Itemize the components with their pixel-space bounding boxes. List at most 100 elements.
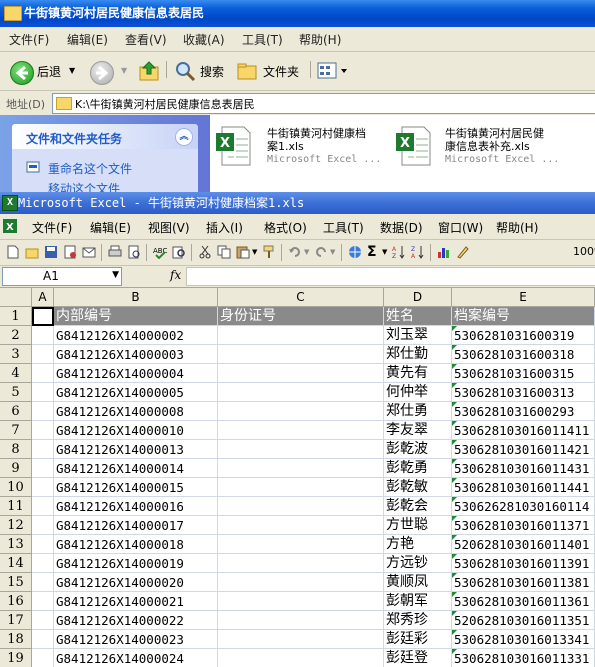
column-header-c[interactable]: C	[218, 288, 384, 307]
explorer-title-bar[interactable]: 牛街镇黄河村居民健康信息表居民	[0, 0, 595, 27]
autosum-dropdown-icon[interactable]: ▼	[382, 248, 387, 256]
cell-id-number[interactable]	[218, 516, 384, 535]
cell-internal-id[interactable]: G8412126X14000015	[54, 478, 218, 497]
column-header-e[interactable]: E	[452, 288, 595, 307]
cell-id-number[interactable]	[218, 649, 384, 667]
cell-name[interactable]: 何仲举	[384, 383, 452, 402]
cell-internal-id[interactable]: G8412126X14000024	[54, 649, 218, 667]
cell-record-id[interactable]: 530628103016011431	[452, 459, 595, 478]
cell-name[interactable]: 彭乾勇	[384, 459, 452, 478]
cell-record-id[interactable]: 5306281031600315	[452, 364, 595, 383]
cell-record-id[interactable]: 5306281031600319	[452, 326, 595, 345]
cell-record-id[interactable]: 520628103016011401	[452, 535, 595, 554]
row-header[interactable]: 4	[0, 364, 32, 383]
cell-id-number[interactable]	[218, 573, 384, 592]
row-header[interactable]: 12	[0, 516, 32, 535]
cell-a[interactable]	[32, 573, 54, 592]
cell-id-number[interactable]	[218, 383, 384, 402]
row-header[interactable]: 7	[0, 421, 32, 440]
format-painter-icon[interactable]	[262, 245, 276, 259]
row-header[interactable]: 18	[0, 630, 32, 649]
xl-menu-insert[interactable]: 插入(I)	[206, 219, 243, 236]
undo-icon[interactable]	[288, 245, 302, 259]
cell-internal-id[interactable]: G8412126X14000018	[54, 535, 218, 554]
address-input[interactable]: K:\牛街镇黄河村居民健康信息表居民	[52, 93, 595, 114]
cell-name[interactable]: 郑秀珍	[384, 611, 452, 630]
row-header[interactable]: 15	[0, 573, 32, 592]
cut-icon[interactable]	[198, 245, 212, 259]
cell-internal-id[interactable]: G8412126X14000013	[54, 440, 218, 459]
row-header[interactable]: 6	[0, 402, 32, 421]
cell-name[interactable]: 方艳	[384, 535, 452, 554]
menu-tools[interactable]: 工具(T)	[242, 31, 283, 48]
collapse-chevron-icon[interactable]: ︽	[175, 128, 193, 146]
search-button[interactable]: 搜索	[172, 58, 230, 84]
cell-id-number[interactable]	[218, 440, 384, 459]
header-cell-name[interactable]: 姓名	[384, 307, 452, 326]
sort-ascending-icon[interactable]: AZ	[392, 245, 406, 260]
cell-id-number[interactable]	[218, 326, 384, 345]
paste-dropdown-icon[interactable]: ▼	[252, 248, 257, 256]
cell-id-number[interactable]	[218, 630, 384, 649]
cell-record-id[interactable]: 5306281031600318	[452, 345, 595, 364]
row-header[interactable]: 3	[0, 345, 32, 364]
cell-name[interactable]: 黄先有	[384, 364, 452, 383]
menu-edit[interactable]: 编辑(E)	[67, 31, 108, 48]
column-header-a[interactable]: A	[32, 288, 54, 307]
cell-a[interactable]	[32, 459, 54, 478]
cell-a[interactable]	[32, 649, 54, 667]
cell-internal-id[interactable]: G8412126X14000008	[54, 402, 218, 421]
cell-id-number[interactable]	[218, 592, 384, 611]
cell-id-number[interactable]	[218, 611, 384, 630]
column-header-d[interactable]: D	[384, 288, 452, 307]
task-move[interactable]: 移动这个文件	[48, 180, 120, 192]
function-icon[interactable]: fx	[170, 268, 181, 282]
cell-id-number[interactable]	[218, 402, 384, 421]
row-header[interactable]: 5	[0, 383, 32, 402]
cell-name[interactable]: 方世聪	[384, 516, 452, 535]
menu-file[interactable]: 文件(F)	[9, 31, 49, 48]
research-icon[interactable]	[172, 245, 186, 259]
cell-internal-id[interactable]: G8412126X14000002	[54, 326, 218, 345]
cell-internal-id[interactable]: G8412126X14000022	[54, 611, 218, 630]
cell-record-id[interactable]: 530628103016011391	[452, 554, 595, 573]
cell-id-number[interactable]	[218, 497, 384, 516]
cell-record-id[interactable]: 530628103016011411	[452, 421, 595, 440]
cell-a[interactable]	[32, 611, 54, 630]
hyperlink-icon[interactable]	[348, 245, 362, 259]
row-header[interactable]: 11	[0, 497, 32, 516]
cell-internal-id[interactable]: G8412126X14000003	[54, 345, 218, 364]
redo-icon[interactable]	[314, 245, 328, 259]
cell-a[interactable]	[32, 630, 54, 649]
forward-arrow-icon[interactable]	[90, 61, 114, 85]
cell-record-id[interactable]: 530628103016011381	[452, 573, 595, 592]
xl-menu-view[interactable]: 视图(V)	[148, 219, 190, 236]
autosum-icon[interactable]: Σ	[367, 245, 381, 259]
cell-internal-id[interactable]: G8412126X14000010	[54, 421, 218, 440]
back-dropdown-icon[interactable]: ▼	[69, 66, 75, 75]
cell-record-id[interactable]: 5306281031600293	[452, 402, 595, 421]
menu-favorites[interactable]: 收藏(A)	[183, 31, 225, 48]
xl-menu-help[interactable]: 帮助(H)	[496, 219, 538, 236]
paste-icon[interactable]	[236, 245, 250, 259]
cell-internal-id[interactable]: G8412126X14000019	[54, 554, 218, 573]
header-cell-internal-id[interactable]: 内部编号	[54, 307, 218, 326]
cell-name[interactable]: 黄顺凤	[384, 573, 452, 592]
formula-input[interactable]	[186, 267, 595, 286]
cell-a[interactable]	[32, 402, 54, 421]
row-header[interactable]: 1	[0, 307, 32, 326]
name-box-dropdown-icon[interactable]: ▼	[112, 270, 119, 280]
cell-a1[interactable]	[32, 307, 54, 326]
cell-internal-id[interactable]: G8412126X14000014	[54, 459, 218, 478]
cell-a[interactable]	[32, 516, 54, 535]
excel-title-bar[interactable]: X Microsoft Excel - 牛街镇黄河村健康档案1.xls	[0, 192, 595, 214]
row-header[interactable]: 14	[0, 554, 32, 573]
menu-help[interactable]: 帮助(H)	[299, 31, 341, 48]
cell-id-number[interactable]	[218, 459, 384, 478]
undo-dropdown-icon[interactable]: ▼	[304, 248, 309, 256]
cell-a[interactable]	[32, 478, 54, 497]
cell-record-id[interactable]: 530628103016013341	[452, 630, 595, 649]
cell-a[interactable]	[32, 383, 54, 402]
cell-name[interactable]: 彭廷登	[384, 649, 452, 667]
zoom-level[interactable]: 100%	[573, 245, 595, 258]
